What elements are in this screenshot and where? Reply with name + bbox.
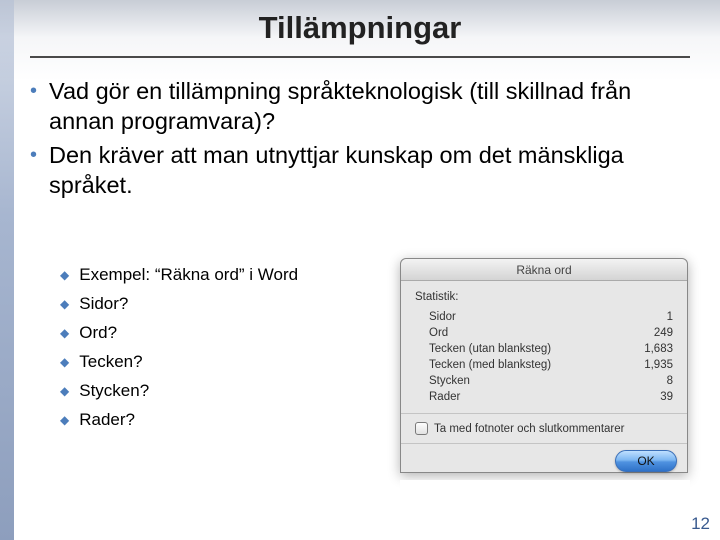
diamond-icon: ◆ bbox=[60, 409, 69, 431]
sub-bullet-text: Rader? bbox=[79, 409, 135, 431]
stat-row: Ord 249 bbox=[415, 325, 673, 341]
bullet-text: Den kräver att man utnyttjar kunskap om … bbox=[49, 140, 690, 200]
bullet-item: • Den kräver att man utnyttjar kunskap o… bbox=[30, 140, 690, 200]
stat-row: Stycken 8 bbox=[415, 373, 673, 389]
sub-bullet-item: ◆ Tecken? bbox=[60, 351, 380, 373]
stat-value: 8 bbox=[667, 375, 673, 387]
slide-content: • Vad gör en tillämpning språkteknologis… bbox=[30, 76, 690, 204]
stat-value: 1,935 bbox=[644, 359, 673, 371]
stat-label: Ord bbox=[429, 327, 448, 339]
sub-bullet-item: ◆ Exempel: “Räkna ord” i Word bbox=[60, 264, 380, 286]
diamond-icon: ◆ bbox=[60, 380, 69, 402]
checkbox-label: Ta med fotnoter och slutkommentarer bbox=[434, 423, 624, 435]
stat-label: Stycken bbox=[429, 375, 470, 387]
sub-bullet-text: Tecken? bbox=[79, 351, 142, 373]
bullet-dot-icon: • bbox=[30, 140, 37, 200]
stat-value: 39 bbox=[660, 391, 673, 403]
stat-row: Sidor 1 bbox=[415, 309, 673, 325]
stat-value: 1,683 bbox=[644, 343, 673, 355]
title-underline bbox=[30, 56, 690, 58]
diamond-icon: ◆ bbox=[60, 264, 69, 286]
stat-label: Sidor bbox=[429, 311, 456, 323]
sub-bullet-item: ◆ Rader? bbox=[60, 409, 380, 431]
stat-label: Rader bbox=[429, 391, 460, 403]
sub-bullet-item: ◆ Ord? bbox=[60, 322, 380, 344]
stat-row: Tecken (utan blanksteg) 1,683 bbox=[415, 341, 673, 357]
bullet-dot-icon: • bbox=[30, 76, 37, 136]
bullet-text: Vad gör en tillämpning språkteknologisk … bbox=[49, 76, 690, 136]
stats-heading: Statistik: bbox=[415, 291, 673, 303]
diamond-icon: ◆ bbox=[60, 293, 69, 315]
dialog-title: Räkna ord bbox=[401, 259, 687, 281]
diamond-icon: ◆ bbox=[60, 351, 69, 373]
dialog-separator bbox=[401, 413, 687, 414]
stat-label: Tecken (utan blanksteg) bbox=[429, 343, 551, 355]
sub-bullet-text: Ord? bbox=[79, 322, 117, 344]
sub-bullet-text: Exempel: “Räkna ord” i Word bbox=[79, 264, 298, 286]
sub-bullet-text: Stycken? bbox=[79, 380, 149, 402]
slide-title: Tillämpningar bbox=[0, 10, 720, 46]
stat-value: 1 bbox=[667, 311, 673, 323]
page-number: 12 bbox=[691, 514, 710, 534]
sub-bullet-item: ◆ Sidor? bbox=[60, 293, 380, 315]
checkbox-icon bbox=[415, 422, 428, 435]
sub-bullet-item: ◆ Stycken? bbox=[60, 380, 380, 402]
slide: Tillämpningar • Vad gör en tillämpning s… bbox=[0, 0, 720, 540]
stat-row: Tecken (med blanksteg) 1,935 bbox=[415, 357, 673, 373]
word-count-dialog: Räkna ord Statistik: Sidor 1 Ord 249 Tec… bbox=[400, 258, 688, 473]
stat-row: Rader 39 bbox=[415, 389, 673, 405]
sub-bullet-list: ◆ Exempel: “Räkna ord” i Word ◆ Sidor? ◆… bbox=[60, 264, 380, 438]
sub-bullet-text: Sidor? bbox=[79, 293, 128, 315]
include-footnotes-checkbox[interactable]: Ta med fotnoter och slutkommentarer bbox=[415, 422, 673, 435]
stat-value: 249 bbox=[654, 327, 673, 339]
dialog-cutoff-mask bbox=[400, 480, 690, 540]
bullet-item: • Vad gör en tillämpning språkteknologis… bbox=[30, 76, 690, 136]
ok-button[interactable]: OK bbox=[615, 450, 677, 472]
dialog-body: Statistik: Sidor 1 Ord 249 Tecken (utan … bbox=[401, 281, 687, 443]
dialog-footer: OK bbox=[401, 443, 687, 472]
stat-label: Tecken (med blanksteg) bbox=[429, 359, 551, 371]
diamond-icon: ◆ bbox=[60, 322, 69, 344]
left-accent-stripe bbox=[0, 0, 14, 540]
